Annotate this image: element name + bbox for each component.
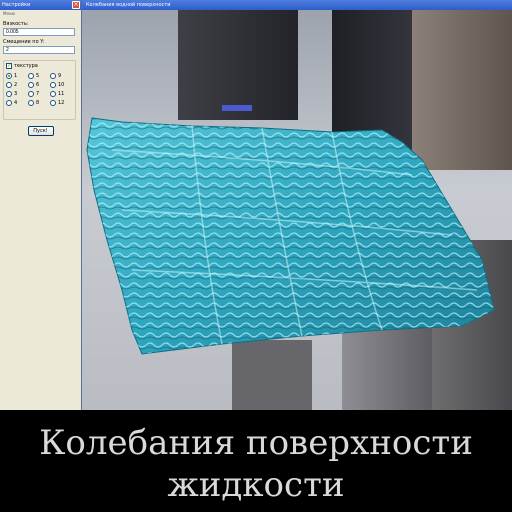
radio-option[interactable]: 3 — [6, 91, 28, 97]
viscosity-input[interactable] — [3, 28, 75, 36]
viewport-3d[interactable] — [82, 10, 512, 410]
radio-option[interactable]: 12 — [50, 100, 72, 106]
radio-option[interactable]: 8 — [28, 100, 50, 106]
radio-option[interactable]: 11 — [50, 91, 72, 97]
caption: Колебания поверхности жидкости — [0, 410, 512, 512]
radio-label: 3 — [14, 91, 18, 97]
radio-label: 11 — [58, 91, 65, 97]
radio-button[interactable] — [6, 100, 12, 106]
caption-line-2: жидкости — [167, 465, 345, 505]
radio-button[interactable] — [28, 91, 34, 97]
radio-option[interactable]: 5 — [28, 73, 50, 79]
radio-label: 10 — [58, 82, 65, 88]
radio-option[interactable]: 2 — [6, 82, 28, 88]
radio-button[interactable] — [50, 91, 56, 97]
radio-option[interactable]: 9 — [50, 73, 72, 79]
radio-label: 5 — [36, 73, 40, 79]
radio-option[interactable]: 4 — [6, 100, 28, 106]
radio-label: 4 — [14, 100, 18, 106]
radio-label: 7 — [36, 91, 40, 97]
radio-button[interactable] — [6, 82, 12, 88]
radio-label: 12 — [58, 100, 65, 106]
radio-label: 1 — [14, 73, 18, 79]
radio-button[interactable] — [50, 82, 56, 88]
radio-option[interactable]: 10 — [50, 82, 72, 88]
viscosity-label: Вязкость: — [3, 21, 29, 27]
radio-button[interactable] — [28, 100, 34, 106]
settings-title: Настройки — [2, 2, 31, 8]
render-window: Колебания водной поверхности — [82, 0, 512, 410]
radio-button[interactable] — [28, 82, 34, 88]
radio-label: 6 — [36, 82, 40, 88]
radio-button[interactable] — [6, 91, 12, 97]
settings-titlebar[interactable]: Настройки × — [0, 0, 81, 10]
texture-checkbox[interactable]: ✓ — [6, 63, 12, 69]
offset-label: Смещение по Y: — [3, 39, 45, 45]
render-title[interactable]: Колебания водной поверхности — [82, 0, 512, 10]
close-icon[interactable]: × — [72, 1, 80, 9]
radio-button[interactable] — [50, 100, 56, 106]
radio-option[interactable]: 1 — [6, 73, 28, 79]
options-group: ✓ текстура 1 5 9 2 6 10 3 7 11 4 8 12 — [3, 60, 76, 120]
radio-label: 9 — [58, 73, 62, 79]
radio-label: 2 — [14, 82, 18, 88]
mode-radio-group: 1 5 9 2 6 10 3 7 11 4 8 12 — [6, 73, 73, 106]
radio-button[interactable] — [28, 73, 34, 79]
radio-button[interactable] — [6, 73, 12, 79]
water-surface — [86, 117, 495, 355]
radio-button[interactable] — [50, 73, 56, 79]
start-button[interactable]: Пуск! — [27, 126, 54, 136]
menu-bar[interactable]: Меню — [0, 10, 81, 18]
radio-label: 8 — [36, 100, 40, 106]
caption-line-1: Колебания поверхности — [39, 423, 473, 463]
texture-checkbox-row[interactable]: ✓ текстура — [6, 63, 73, 69]
radio-option[interactable]: 7 — [28, 91, 50, 97]
settings-window: Настройки × Меню Вязкость: Смещение по Y… — [0, 0, 82, 410]
offset-input[interactable] — [3, 46, 75, 54]
texture-label: текстура — [14, 63, 38, 69]
radio-option[interactable]: 6 — [28, 82, 50, 88]
